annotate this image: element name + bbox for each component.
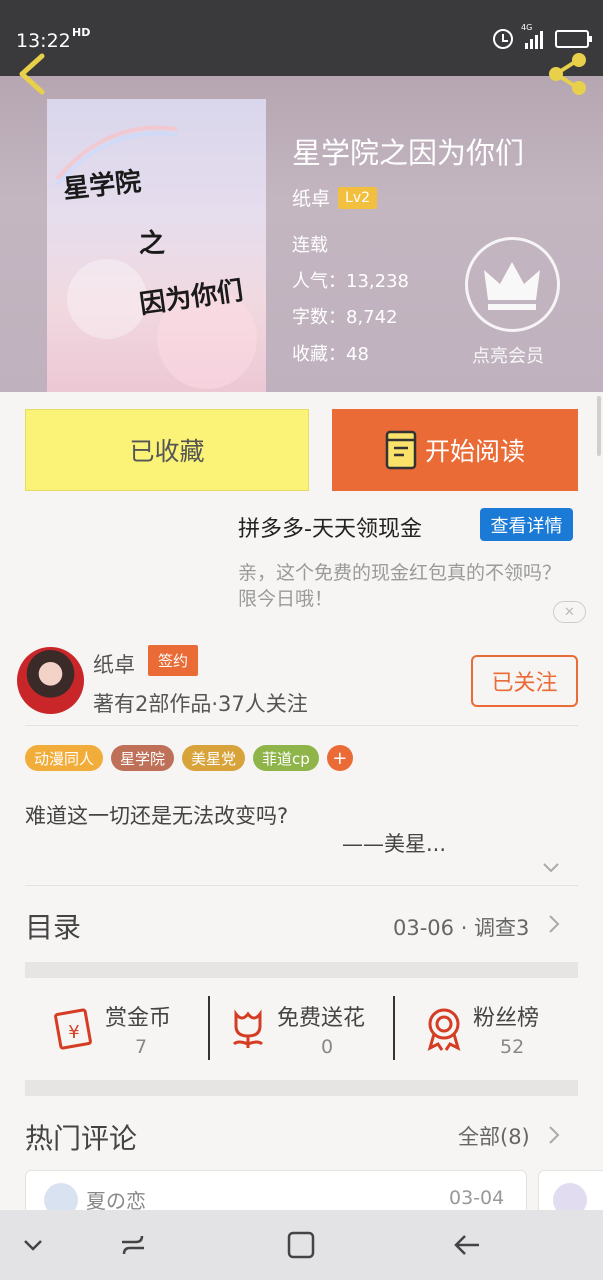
popularity-label: 人气： (292, 271, 346, 292)
free-flower-item[interactable]: 免费送花 0 (228, 996, 386, 1062)
book-status: 连载 (292, 235, 328, 256)
status-time: 13:22 (16, 30, 71, 52)
word-count-value: 8,742 (346, 307, 398, 328)
follow-button[interactable]: 已关注 (471, 655, 578, 707)
book-icon (385, 430, 417, 470)
comment-date: 03-04 (449, 1187, 505, 1209)
cover-title-line-2: 之 (139, 229, 166, 259)
chevron-right-icon[interactable] (548, 1125, 560, 1145)
author-level-badge: Lv2 (338, 186, 378, 209)
author-stats: 著有2部作品·37人关注 (93, 692, 308, 716)
reward-coin-label: 赏金币 (105, 1006, 172, 1031)
svg-text:¥: ¥ (68, 1022, 79, 1043)
fan-ranking-item[interactable]: 粉丝榜 52 (420, 996, 560, 1062)
author-avatar[interactable] (17, 647, 84, 714)
favorites-stat: 收藏：48 (292, 340, 369, 366)
chevron-right-icon[interactable] (548, 914, 560, 934)
favorites-label: 收藏： (292, 344, 346, 365)
battery-icon (555, 30, 592, 48)
reward-coin-item[interactable]: ¥ 赏金币 7 (50, 996, 200, 1062)
alarm-icon (493, 29, 513, 49)
ad-close-icon[interactable]: ✕ (553, 601, 586, 623)
hd-indicator: HD (72, 26, 91, 39)
signal-icon: 4G (521, 23, 543, 49)
tag-item[interactable]: 菲道cp (253, 745, 319, 771)
vip-label[interactable]: 点亮会员 (472, 342, 544, 368)
word-count-stat: 字数：8,742 (292, 303, 398, 329)
section-separator (25, 962, 578, 978)
flower-icon (232, 1009, 264, 1048)
fan-ranking-label: 粉丝榜 (473, 1006, 540, 1031)
hot-comments-label: 热门评论 (25, 1122, 138, 1155)
author-name[interactable]: 纸卓 (93, 649, 135, 679)
divider (25, 885, 578, 886)
fan-ranking-value: 52 (500, 1036, 525, 1058)
status-bar: 13:22 HD 4G (0, 0, 603, 76)
book-cover[interactable]: 星学院 之 因为你们 (47, 99, 266, 392)
popularity-stat: 人气：13,238 (292, 267, 409, 293)
chevron-down-icon[interactable] (16, 1228, 50, 1262)
tag-list: 动漫同人 星学院 美星党 菲道cp + (25, 745, 353, 771)
recent-apps-icon[interactable] (116, 1228, 150, 1262)
ad-details-button[interactable]: 查看详情 (480, 508, 573, 541)
word-count-label: 字数： (292, 307, 346, 328)
book-title: 星学院之因为你们 (292, 136, 525, 170)
crown-icon (484, 262, 540, 310)
system-nav-bar (0, 1210, 603, 1280)
share-icon[interactable] (544, 50, 592, 98)
divider (25, 725, 578, 726)
stat-separator (208, 996, 210, 1060)
reward-coin-value: 7 (135, 1036, 148, 1058)
collected-button[interactable]: 已收藏 (25, 409, 309, 491)
toc-latest-chapter[interactable]: 03-06 · 调查3 (393, 912, 529, 942)
tag-item[interactable]: 动漫同人 (25, 745, 104, 771)
tag-item[interactable]: 星学院 (111, 745, 175, 771)
book-author[interactable]: 纸卓 (292, 184, 330, 211)
more-tags-button[interactable]: + (326, 745, 353, 771)
start-reading-button[interactable]: 开始阅读 (332, 409, 578, 491)
favorites-value: 48 (346, 344, 369, 365)
tag-item[interactable]: 美星党 (182, 745, 246, 771)
home-icon[interactable] (284, 1228, 318, 1262)
section-separator (25, 1080, 578, 1096)
popularity-value: 13,238 (346, 271, 409, 292)
all-comments-link[interactable]: 全部(8) (458, 1121, 530, 1151)
vip-crown-button[interactable] (465, 237, 560, 332)
signed-badge: 签约 (148, 645, 198, 676)
chevron-down-icon[interactable] (542, 862, 560, 874)
free-flower-value: 0 (321, 1036, 334, 1058)
back-icon[interactable] (451, 1228, 485, 1262)
ad-title[interactable]: 拼多多-天天领现金 (238, 511, 422, 543)
start-reading-label: 开始阅读 (424, 437, 525, 466)
scrollbar[interactable] (597, 396, 601, 456)
synopsis-quote: ——美星... (342, 832, 447, 856)
medal-icon (427, 1008, 461, 1051)
free-flower-label: 免费送花 (277, 1006, 366, 1031)
book-header: 13:22 HD 4G 星学院 之 因为你们 星学院之因为你们 纸卓 Lv2 连… (0, 0, 603, 392)
synopsis-text: 难道这一切还是无法改变吗? (25, 804, 289, 828)
ad-description[interactable]: 亲，这个免费的现金红包真的不领吗？限今日哦！ (238, 560, 578, 612)
back-arrow-icon[interactable] (14, 52, 50, 96)
money-envelope-icon: ¥ (54, 1008, 92, 1050)
stat-separator (393, 996, 395, 1060)
toc-label[interactable]: 目录 (25, 906, 81, 946)
